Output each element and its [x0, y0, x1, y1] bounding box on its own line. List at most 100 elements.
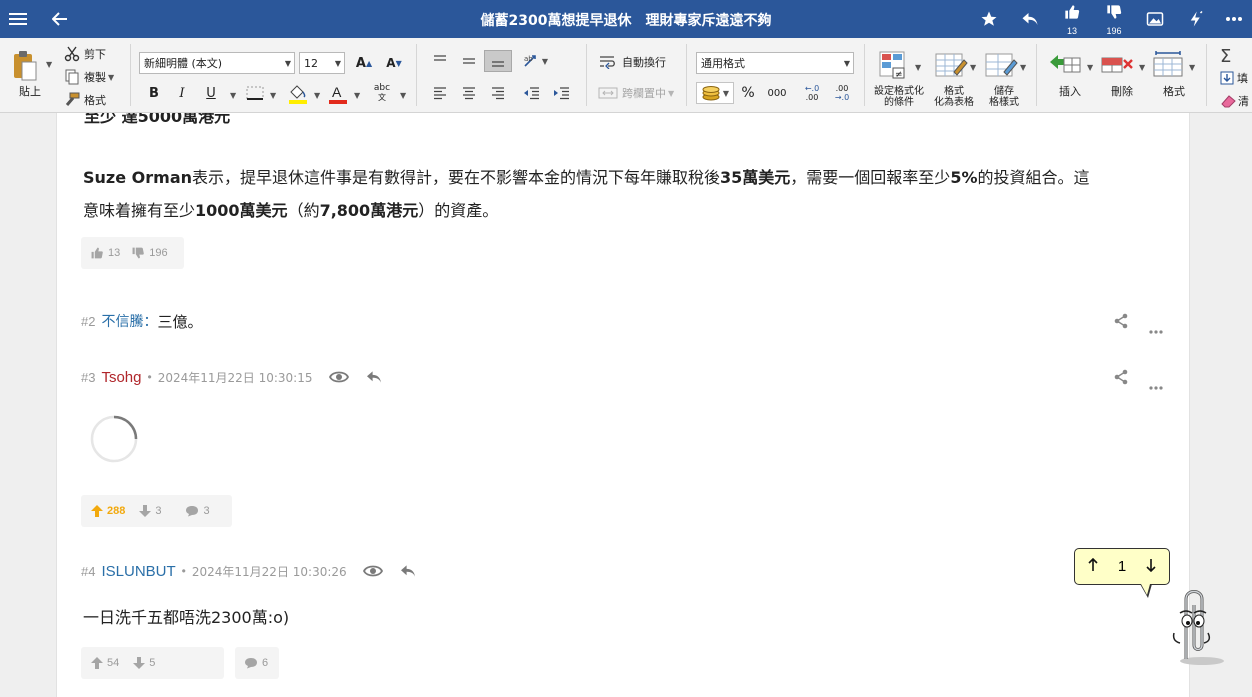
insert-dropdown-icon[interactable]: ▼ [1085, 60, 1093, 73]
image-icon[interactable] [1137, 0, 1173, 38]
post-2-more-button[interactable] [1149, 319, 1163, 338]
copy-button[interactable]: 複製 ▼ [64, 69, 114, 85]
border-dropdown-icon[interactable]: ▼ [268, 88, 276, 101]
decrease-decimal-button[interactable]: .00 →.0 [828, 80, 856, 106]
format-as-table-dropdown-icon[interactable]: ▼ [968, 60, 976, 73]
align-center-icon [463, 87, 475, 100]
svg-text:A: A [332, 84, 342, 100]
post-2-username[interactable]: 不信騰： [101, 311, 157, 331]
post-3-comments-button[interactable]: 3 [185, 505, 210, 517]
underline-dropdown-icon[interactable]: ▼ [228, 88, 236, 101]
next-page-button[interactable] [1145, 558, 1157, 576]
conditional-format-button[interactable]: ≠ [878, 50, 912, 83]
flash-icon[interactable] [1178, 0, 1214, 38]
post-2-share-button[interactable] [1113, 313, 1129, 333]
reply-icon[interactable] [1012, 0, 1048, 38]
insert-cells-button[interactable] [1048, 52, 1084, 81]
format-as-table-button[interactable] [934, 50, 968, 83]
number-format-select[interactable]: 通用格式 ▼ [696, 52, 854, 74]
post-4-upvote-button[interactable]: 54 [91, 657, 119, 669]
delete-dropdown-icon[interactable]: ▼ [1137, 60, 1145, 73]
italic-button[interactable]: I [170, 82, 194, 104]
chevron-down-icon: ▼ [843, 59, 850, 68]
star-icon[interactable] [971, 0, 1007, 38]
post-1-dislike-button[interactable]: 196 [132, 247, 168, 259]
speech-bubble-tail-fill [1141, 584, 1150, 595]
post-2-number: #2 [81, 313, 96, 329]
bold-text: 7,800萬港元 [319, 201, 419, 220]
post-4-view-button[interactable] [362, 564, 383, 578]
post-3-reply-button[interactable] [365, 370, 383, 384]
paste-dropdown-icon[interactable]: ▼ [46, 60, 52, 69]
post-4-comments-button[interactable]: 6 [235, 647, 279, 679]
eye-icon [328, 371, 349, 383]
ribbon-separator [1036, 44, 1037, 106]
separator-dot: • [147, 370, 152, 384]
post-3-more-button[interactable] [1149, 375, 1163, 394]
phonetic-button[interactable]: abc 文 [368, 82, 396, 104]
post-4-comment-count: 6 [262, 657, 269, 669]
wrap-text-button[interactable]: 自動換行 [598, 54, 666, 70]
accounting-format-button[interactable]: ▼ [696, 82, 734, 104]
fill-button[interactable]: 填 [1220, 70, 1248, 86]
post-3-upvote-button[interactable]: 288 [91, 505, 125, 517]
format-painter-label: 格式 [84, 94, 106, 107]
comma-style-button[interactable]: 000 [762, 82, 792, 104]
decrease-font-button[interactable]: A ▼ [380, 52, 408, 74]
increase-indent-button[interactable] [548, 82, 576, 104]
orientation-button[interactable]: ab ▼ [518, 50, 552, 72]
post-3-share-button[interactable] [1113, 369, 1129, 389]
post-3-downvote-button[interactable]: 3 [139, 505, 161, 517]
post-4-username[interactable]: ISLUNBUT [101, 563, 175, 580]
decrease-indent-button[interactable] [518, 82, 546, 104]
increase-font-button[interactable]: A ▲ [350, 52, 378, 74]
align-middle-button[interactable] [455, 50, 483, 72]
merge-center-button[interactable]: 跨欄置中 ▼ [598, 85, 674, 101]
copy-dropdown-icon[interactable]: ▼ [108, 73, 114, 82]
bold-button[interactable]: B [142, 82, 166, 104]
paste-button[interactable] [10, 50, 40, 85]
fill-color-button[interactable] [287, 82, 309, 107]
increase-decimal-button[interactable]: ←.0.00 [798, 80, 826, 106]
prev-page-button[interactable] [1087, 557, 1099, 576]
post-3-header: #3 Tsohg • 2024年11月22日 10:30:15 [81, 367, 383, 387]
align-middle-icon [463, 58, 475, 64]
post-4-downvote-button[interactable]: 5 [133, 657, 155, 669]
autosum-icon[interactable]: Σ [1220, 46, 1231, 67]
font-size-select[interactable]: 12 ▼ [299, 52, 345, 74]
post-1-like-button[interactable]: 13 [91, 247, 120, 259]
format-painter-button[interactable]: 格式 [64, 92, 106, 108]
align-right-button[interactable] [484, 82, 512, 104]
cell-styles-button[interactable] [984, 50, 1018, 83]
font-color-button[interactable]: A [327, 82, 349, 107]
percent-button[interactable]: % [736, 82, 760, 104]
align-center-button[interactable] [455, 82, 483, 104]
phonetic-dropdown-icon[interactable]: ▼ [398, 88, 406, 101]
more-options-icon[interactable] [1216, 0, 1252, 38]
align-left-button[interactable] [426, 82, 454, 104]
align-top-button[interactable] [426, 50, 454, 72]
ribbon-toolbar: ▼ 貼上 剪下 複製 ▼ 格式 新細明體 (本文) ▼ 12 ▼ A ▲ A ▼ B I… [0, 38, 1252, 113]
clippy-assistant-icon[interactable] [1168, 583, 1228, 674]
cell-styles-dropdown-icon[interactable]: ▼ [1018, 60, 1026, 73]
eye-icon [362, 565, 383, 577]
current-page[interactable]: 1 [1118, 558, 1126, 575]
format-dropdown-icon[interactable]: ▼ [1187, 60, 1195, 73]
font-name-select[interactable]: 新細明體 (本文) ▼ [139, 52, 295, 74]
border-button[interactable] [245, 85, 265, 104]
post-3-downvote-count: 3 [155, 505, 162, 517]
delete-cells-button[interactable] [1100, 52, 1136, 81]
conditional-format-dropdown-icon[interactable]: ▼ [913, 60, 921, 73]
post-3-username[interactable]: Tsohg [101, 369, 141, 386]
post-3-view-button[interactable] [328, 370, 349, 384]
font-color-dropdown-icon[interactable]: ▼ [352, 88, 360, 101]
merge-center-label: 跨欄置中 [622, 87, 666, 100]
cut-button[interactable]: 剪下 [64, 46, 106, 62]
align-bottom-button[interactable] [484, 50, 512, 72]
wrap-text-icon [600, 56, 615, 69]
format-cells-button[interactable] [1152, 50, 1186, 81]
clear-button[interactable]: 清 [1220, 93, 1249, 109]
post-4-reply-button[interactable] [399, 564, 417, 578]
underline-button[interactable]: U [198, 82, 224, 104]
fill-color-dropdown-icon[interactable]: ▼ [312, 88, 320, 101]
